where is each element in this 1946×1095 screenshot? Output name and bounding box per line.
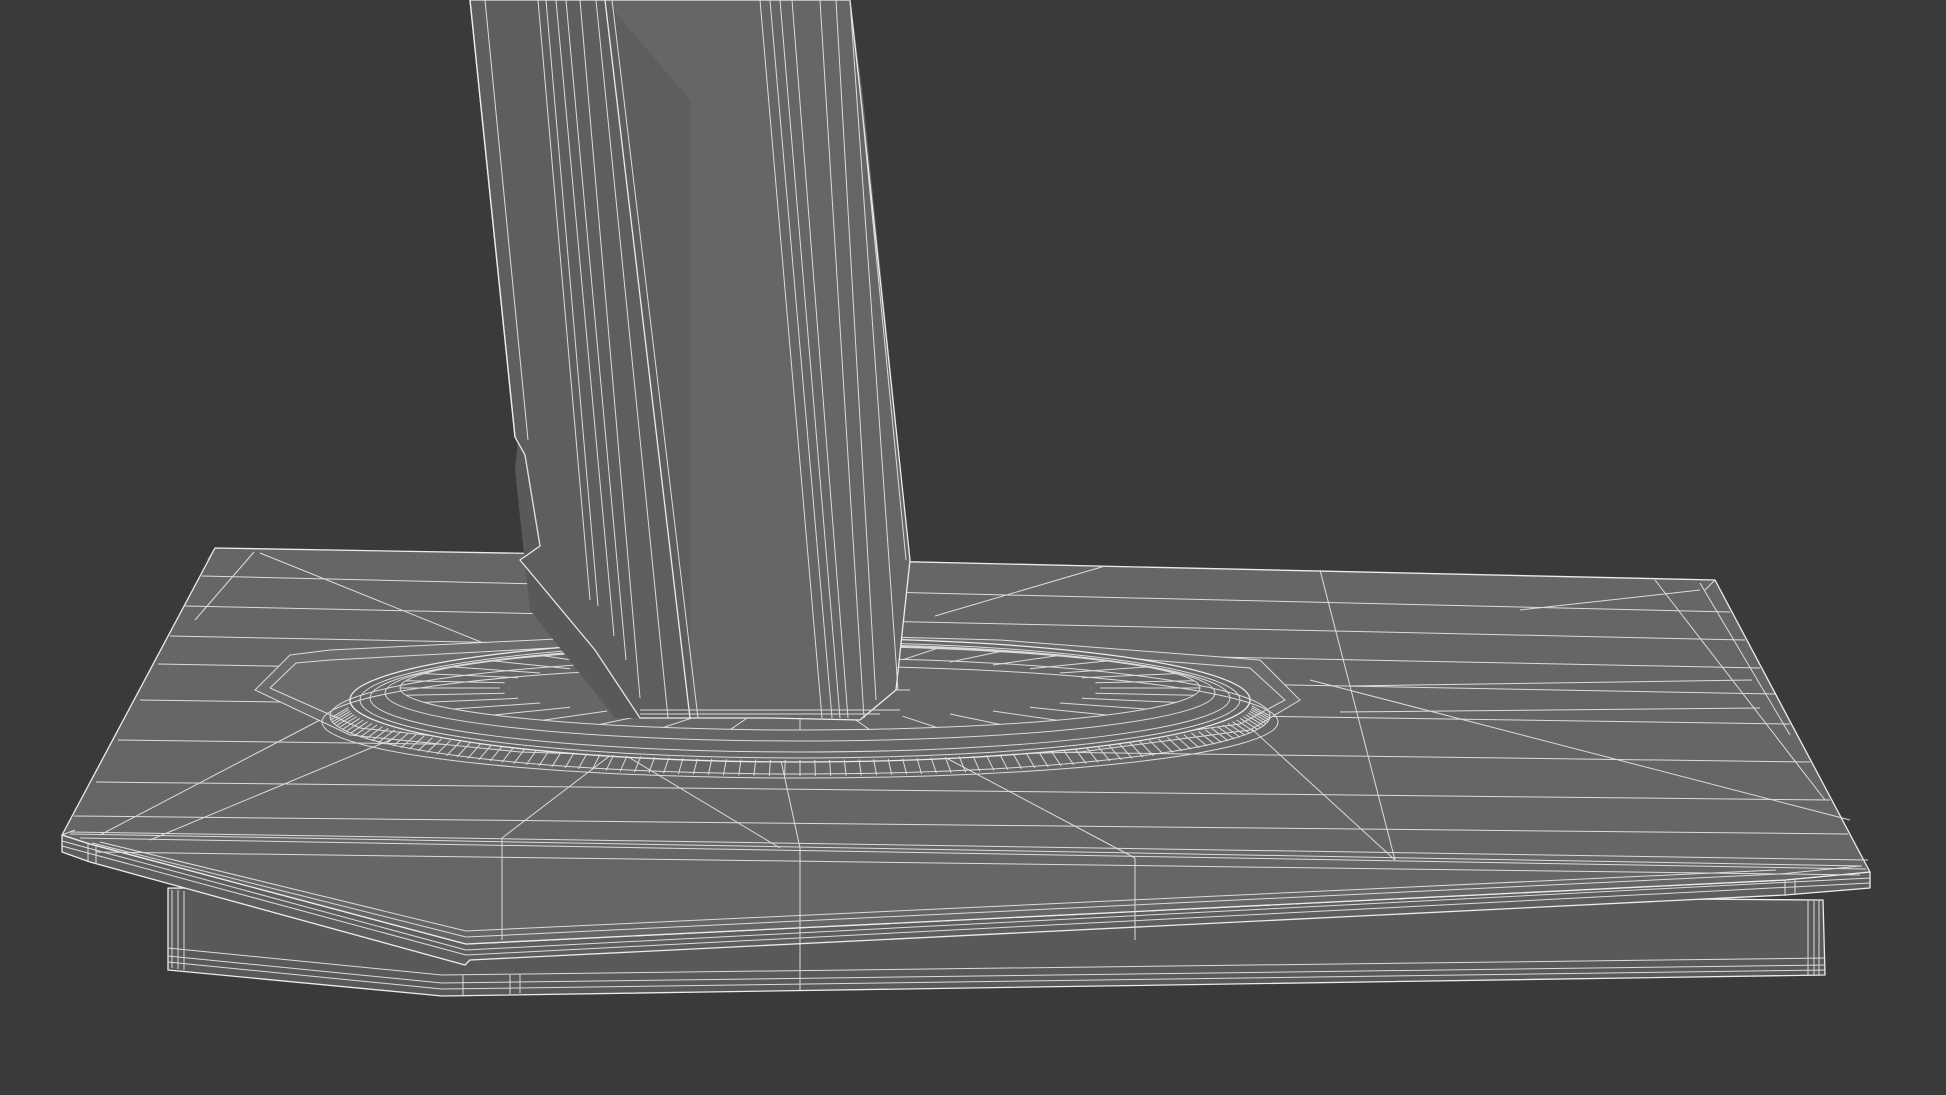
stand-neck bbox=[469, 0, 911, 721]
wireframe-render bbox=[61, 0, 1871, 997]
ring-tooth-edge bbox=[814, 759, 816, 777]
ring-tooth-edge bbox=[784, 759, 786, 777]
viewport bbox=[0, 0, 1946, 1095]
